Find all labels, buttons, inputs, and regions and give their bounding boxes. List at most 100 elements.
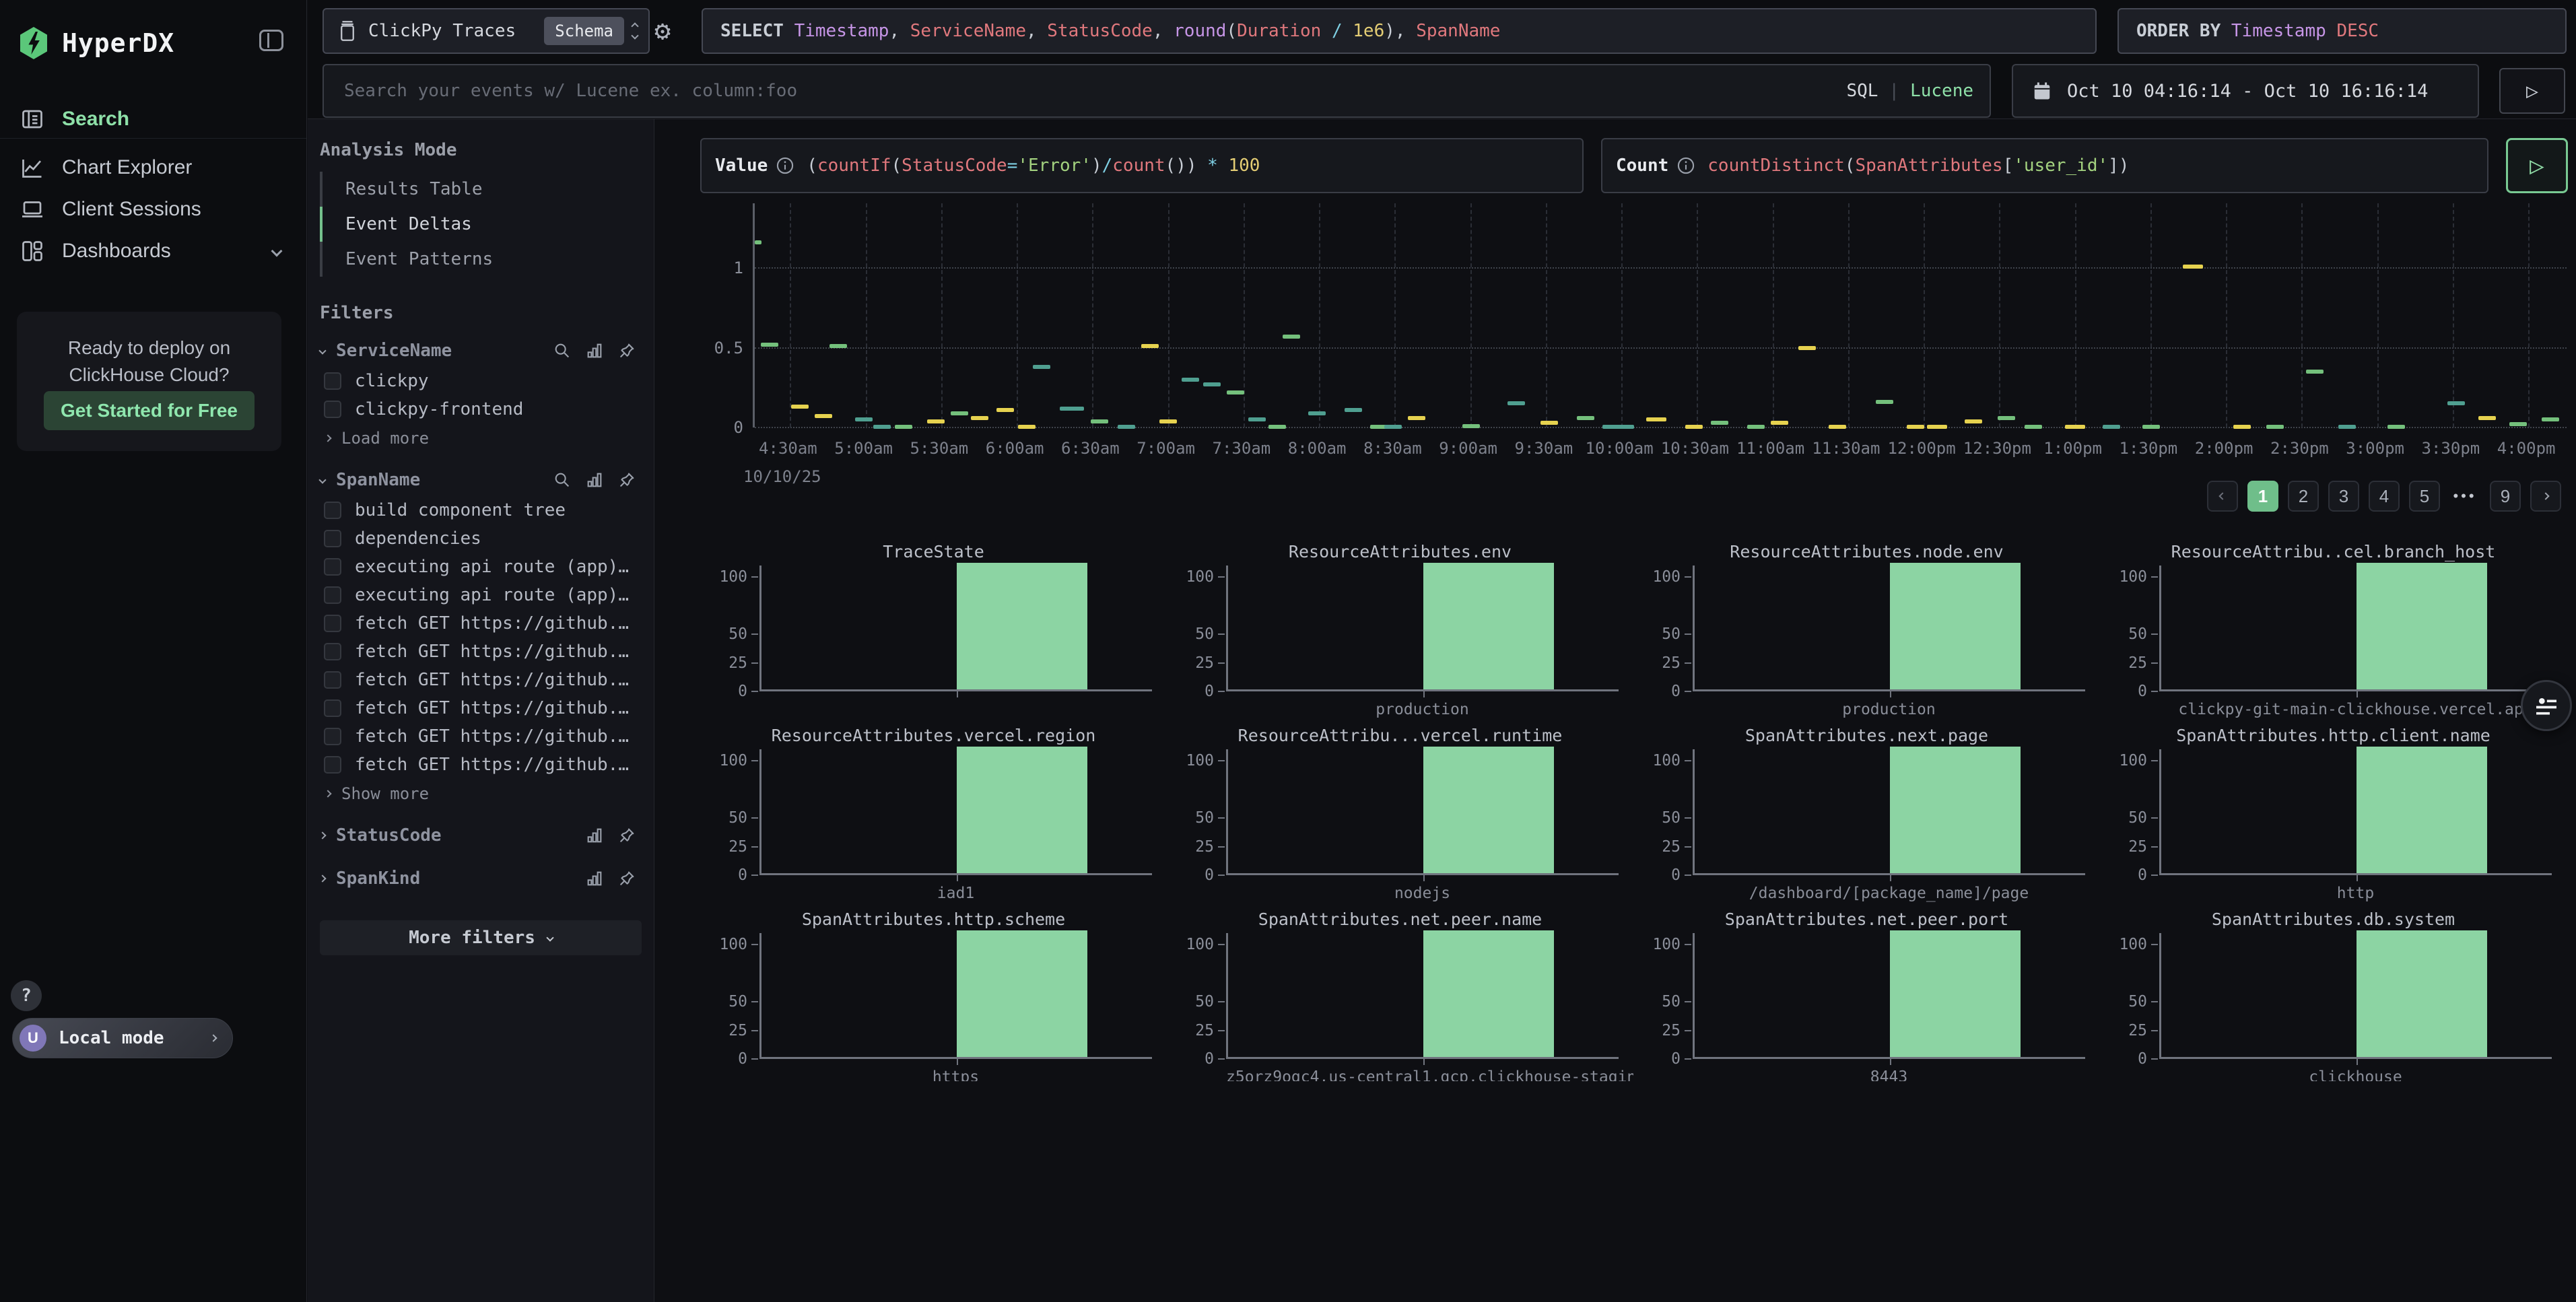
pagination-page-button[interactable]: 1 xyxy=(2247,481,2278,512)
pin-icon[interactable] xyxy=(617,869,636,888)
histogram-bar xyxy=(1890,563,2021,689)
search-icon[interactable] xyxy=(553,341,572,360)
y-axis-tick-label: 100 xyxy=(2108,936,2147,953)
gear-icon[interactable]: ⚙ xyxy=(654,9,671,53)
checkbox[interactable] xyxy=(324,699,341,717)
bar-chart-icon[interactable] xyxy=(585,341,604,360)
y-axis-tick xyxy=(751,633,758,635)
mode-toggle-lucene[interactable]: Lucene xyxy=(1910,81,1973,101)
pagination-page-button[interactable]: 9 xyxy=(2490,481,2521,512)
checkbox[interactable] xyxy=(324,401,341,418)
checkbox[interactable] xyxy=(324,728,341,745)
run-search-button[interactable]: ▷ xyxy=(2499,68,2565,114)
checkbox[interactable] xyxy=(324,643,341,660)
filter-option[interactable]: clickpy-frontend xyxy=(308,395,654,423)
attribute-histogram: ResourceAttributes.vercel.region02550100… xyxy=(700,722,1167,906)
analysis-mode-item[interactable]: Event Patterns xyxy=(320,242,654,277)
filter-option[interactable]: fetch GET https://github.… xyxy=(308,609,654,638)
help-button[interactable]: ? xyxy=(11,980,42,1011)
y-axis-tick xyxy=(1218,1030,1225,1031)
filter-option[interactable]: fetch GET https://github.… xyxy=(308,638,654,666)
checkbox[interactable] xyxy=(324,615,341,632)
run-chart-button[interactable]: ▷ xyxy=(2506,138,2568,193)
delta-mark xyxy=(1771,421,1788,425)
filter-option[interactable]: build component tree xyxy=(308,496,654,524)
filter-option[interactable]: executing api route (app)… xyxy=(308,581,654,609)
app-title: HyperDX xyxy=(62,28,174,58)
filter-option-label: fetch GET https://github.… xyxy=(355,613,629,633)
filter-group-header[interactable]: SpanName xyxy=(308,464,654,496)
filter-option[interactable]: fetch GET https://github.… xyxy=(308,751,654,779)
sql-select-input[interactable]: SELECT Timestamp, ServiceName, StatusCod… xyxy=(702,8,2097,54)
pagination-page-button[interactable]: 4 xyxy=(2369,481,2400,512)
filter-group-header[interactable]: SpanKind xyxy=(308,862,654,895)
filter-option[interactable]: dependencies xyxy=(308,524,654,553)
get-started-button[interactable]: Get Started for Free xyxy=(44,391,255,430)
date-range-picker[interactable]: Oct 10 04:16:14 - Oct 10 16:16:14 xyxy=(2012,64,2479,118)
pagination-page-button[interactable]: 2 xyxy=(2288,481,2319,512)
filter-group-header[interactable]: ServiceName xyxy=(308,335,654,367)
count-expression: countDistinct(SpanAttributes['user_id']) xyxy=(1707,156,2129,176)
delta-mark xyxy=(2306,370,2324,374)
code-token xyxy=(1218,156,1229,176)
hyperdx-logo-icon xyxy=(18,26,50,61)
sidebar-item-chart-explorer[interactable]: Chart Explorer xyxy=(0,147,306,189)
source-selector[interactable]: ClickPy Traces Schema xyxy=(323,8,650,54)
filter-option[interactable]: clickpy xyxy=(308,367,654,395)
count-expression-input[interactable]: Count countDistinct(SpanAttributes['user… xyxy=(1601,138,2488,193)
local-mode-menu[interactable]: U Local mode xyxy=(12,1018,233,1058)
bar-chart-icon[interactable] xyxy=(585,471,604,489)
filter-option[interactable]: fetch GET https://github.… xyxy=(308,694,654,722)
delta-mark xyxy=(1203,382,1221,386)
checkbox[interactable] xyxy=(324,671,341,689)
more-filters-button[interactable]: More filters xyxy=(320,920,642,955)
sidebar-item-dashboards[interactable]: Dashboards xyxy=(0,230,306,272)
gridline xyxy=(2377,203,2379,427)
bar-chart-icon[interactable] xyxy=(585,826,604,845)
search-input[interactable] xyxy=(329,81,1846,101)
order-by-input[interactable]: ORDER BY Timestamp DESC xyxy=(2117,8,2567,54)
analysis-mode-item[interactable]: Results Table xyxy=(320,172,654,207)
checkbox[interactable] xyxy=(324,502,341,519)
y-axis-tick xyxy=(2151,691,2158,692)
code-token: DESC xyxy=(2336,21,2379,41)
delta-mark xyxy=(1711,421,1728,425)
checkbox[interactable] xyxy=(324,530,341,547)
y-axis-tick-label: 0 xyxy=(2108,683,2147,700)
pin-icon[interactable] xyxy=(617,341,636,360)
filter-group-name: SpanKind xyxy=(336,868,420,889)
checkbox[interactable] xyxy=(324,372,341,390)
checkbox[interactable] xyxy=(324,756,341,774)
schema-badge[interactable]: Schema xyxy=(544,17,624,45)
sidebar-item-client-sessions[interactable]: Client Sessions xyxy=(0,189,306,230)
analysis-mode-item[interactable]: Event Deltas xyxy=(320,207,654,242)
delta-mark xyxy=(2542,417,2559,421)
sidebar-collapse-icon[interactable] xyxy=(259,30,283,51)
filter-option[interactable]: fetch GET https://github.… xyxy=(308,666,654,694)
delta-mark xyxy=(1268,425,1286,429)
pagination-page-button[interactable]: 3 xyxy=(2328,481,2359,512)
y-axis-tick-label: 0 xyxy=(1641,866,1681,884)
mode-toggle-sql[interactable]: SQL xyxy=(1846,81,1878,101)
clickhouse-cloud-promo: Ready to deploy on ClickHouse Cloud? Get… xyxy=(17,312,281,451)
pagination-prev-button[interactable] xyxy=(2207,481,2238,512)
filter-group-footer[interactable]: Show more xyxy=(308,779,654,809)
histogram-body: 02550100https xyxy=(708,933,1152,1059)
pin-icon[interactable] xyxy=(617,471,636,489)
bar-chart-icon[interactable] xyxy=(585,869,604,888)
checkbox[interactable] xyxy=(324,558,341,576)
info-icon xyxy=(1676,156,1695,175)
pin-icon[interactable] xyxy=(617,826,636,845)
filter-option[interactable]: executing api route (app)… xyxy=(308,553,654,581)
sidebar-item-search[interactable]: Search xyxy=(0,100,306,139)
filter-group-footer[interactable]: Load more xyxy=(308,423,654,453)
code-token: count xyxy=(1112,156,1165,176)
pagination-next-button[interactable] xyxy=(2530,481,2561,512)
search-icon[interactable] xyxy=(553,471,572,489)
filter-option[interactable]: fetch GET https://github.… xyxy=(308,722,654,751)
value-expression-input[interactable]: Value (countIf(StatusCode='Error')/count… xyxy=(700,138,1584,193)
filter-settings-fab[interactable] xyxy=(2521,680,2572,731)
checkbox[interactable] xyxy=(324,586,341,604)
pagination-page-button[interactable]: 5 xyxy=(2409,481,2440,512)
filter-group-header[interactable]: StatusCode xyxy=(308,819,654,852)
